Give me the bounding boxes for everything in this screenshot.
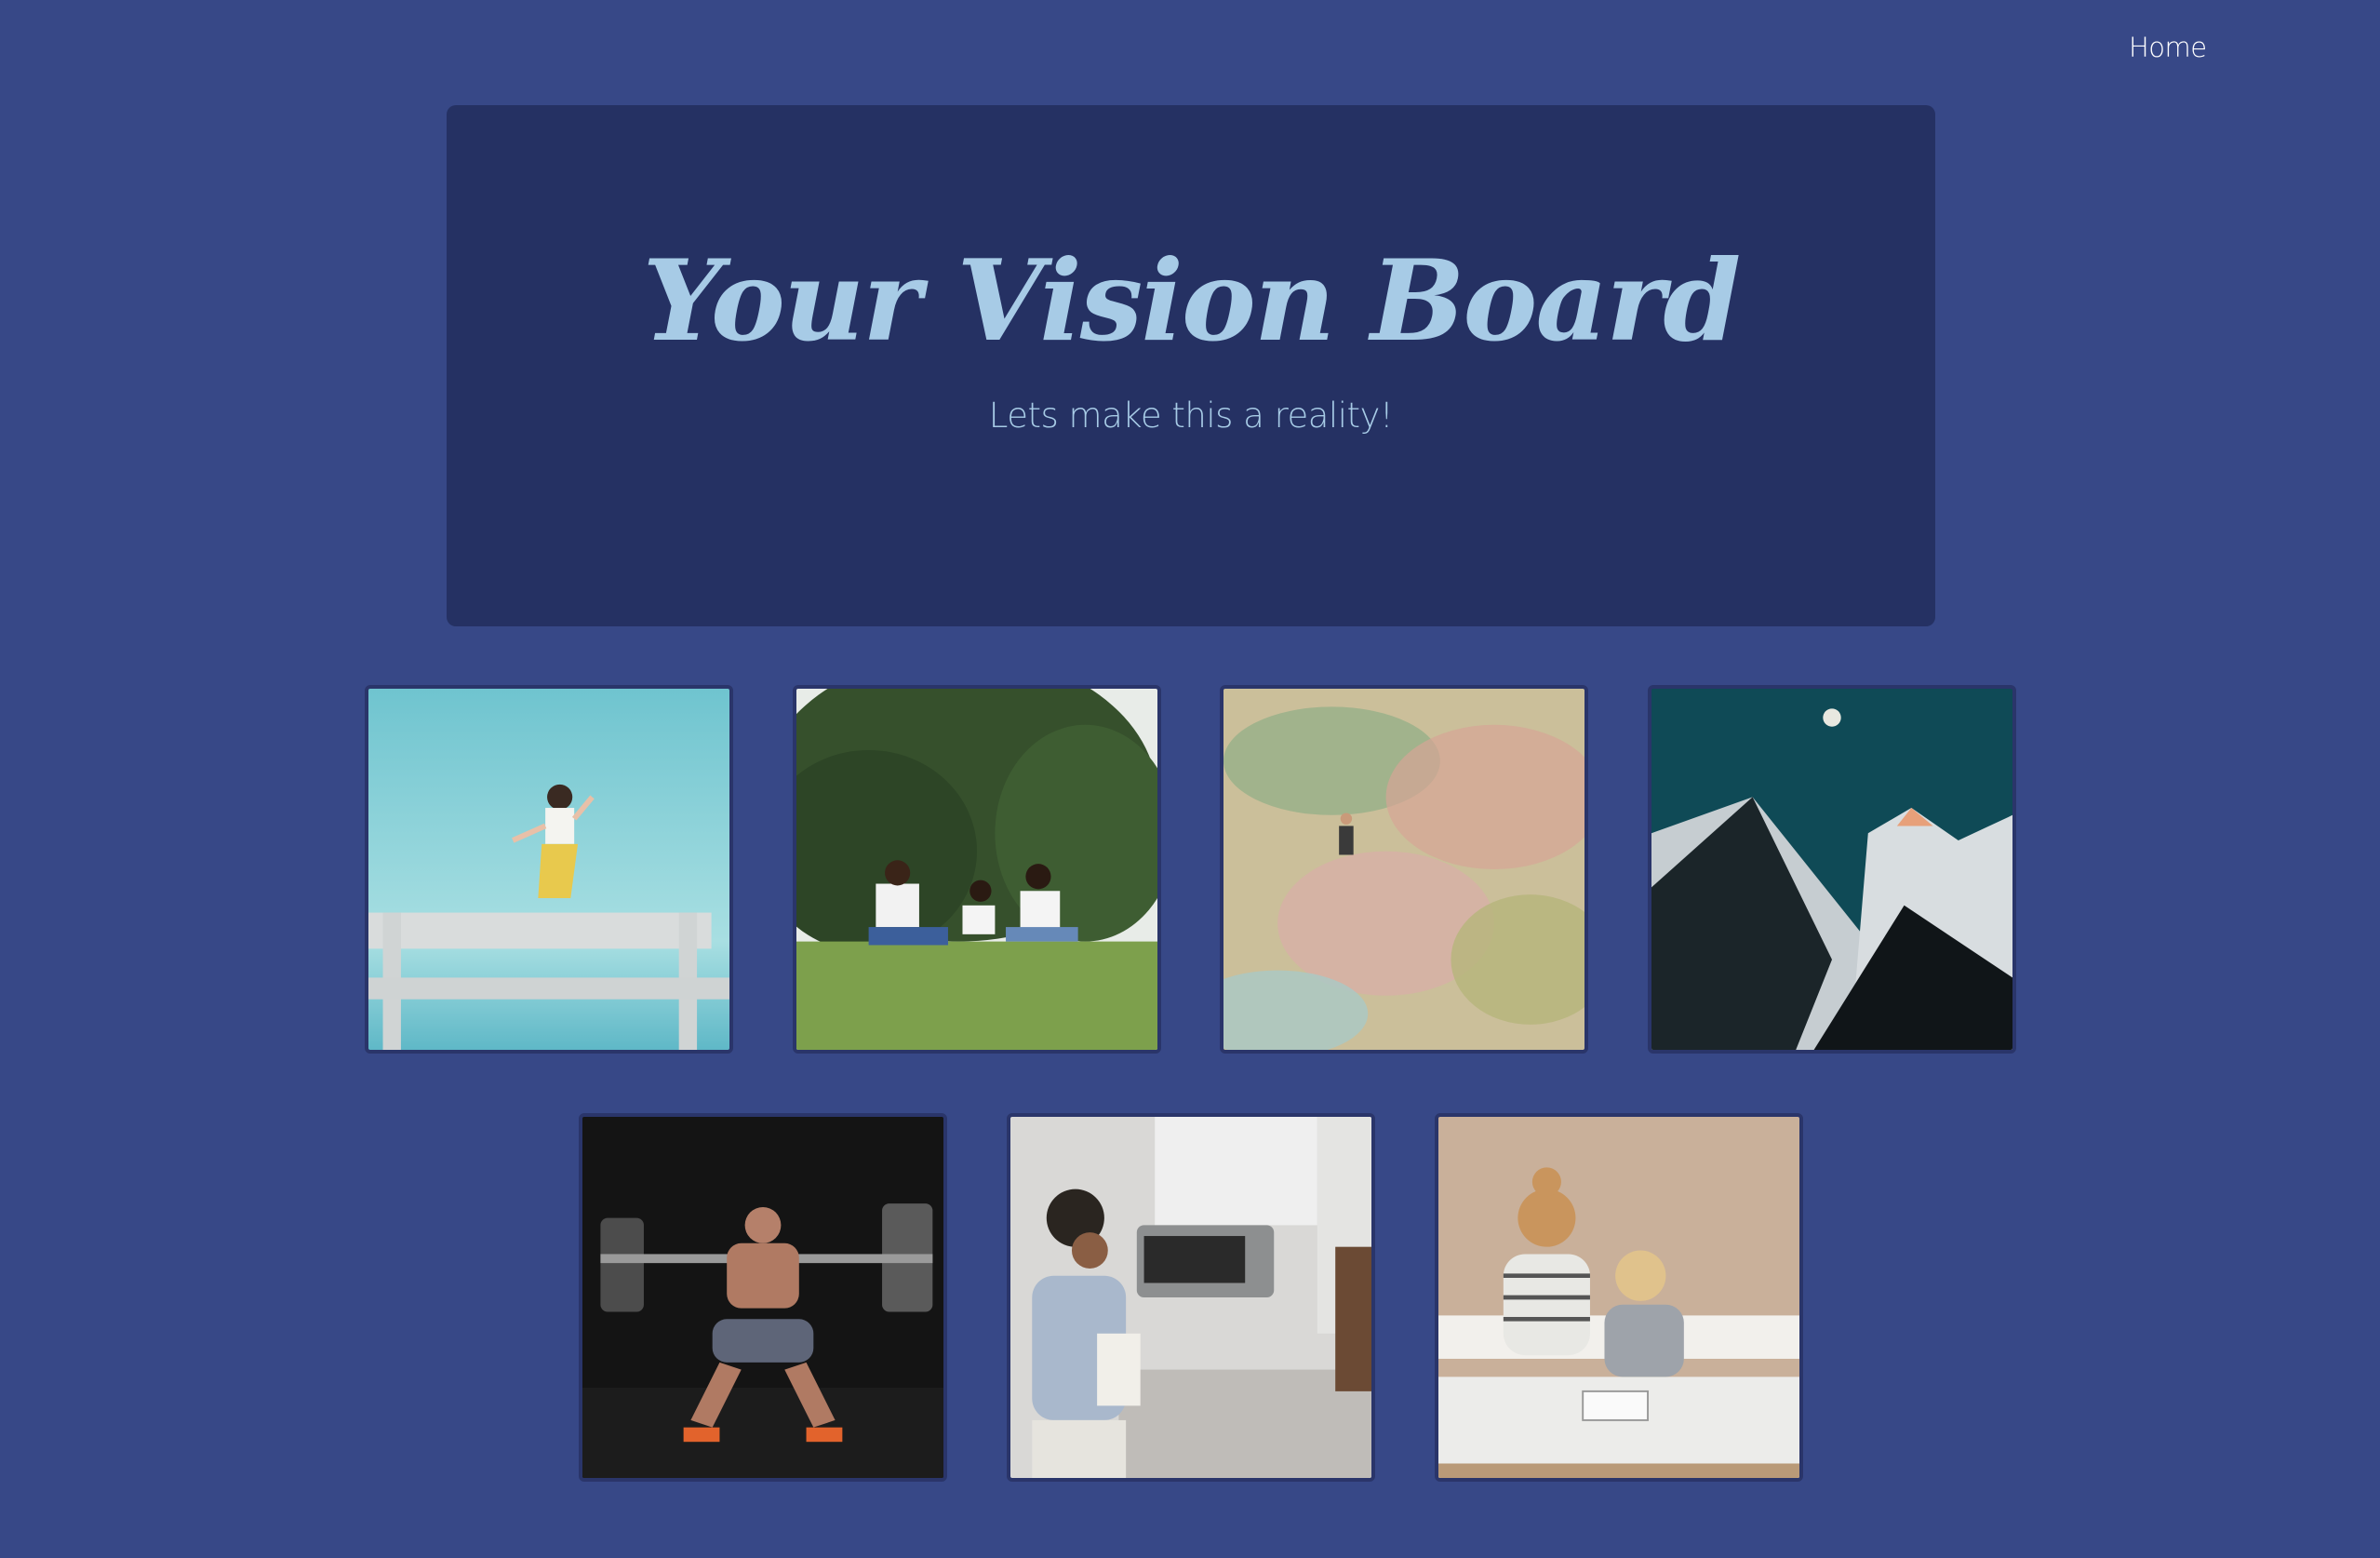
page-subtitle: Lets make this a reality! <box>988 396 1394 436</box>
photo-kitchen-scene[interactable] <box>1007 1113 1375 1482</box>
photo-family-in-park[interactable] <box>793 685 1161 1054</box>
photo-kids-reading[interactable] <box>1435 1113 1803 1482</box>
photo-mountain-peaks[interactable] <box>1648 685 2016 1054</box>
photo-weightlifter-squat[interactable] <box>579 1113 947 1482</box>
nav-home-link[interactable]: Home <box>2129 32 2207 63</box>
photo-travel-map[interactable] <box>1220 685 1588 1054</box>
hero-banner: Your Vision Board Lets make this a reali… <box>447 105 1935 626</box>
page-title: Your Vision Board <box>642 235 1742 367</box>
photo-girl-jumping[interactable] <box>365 685 733 1054</box>
